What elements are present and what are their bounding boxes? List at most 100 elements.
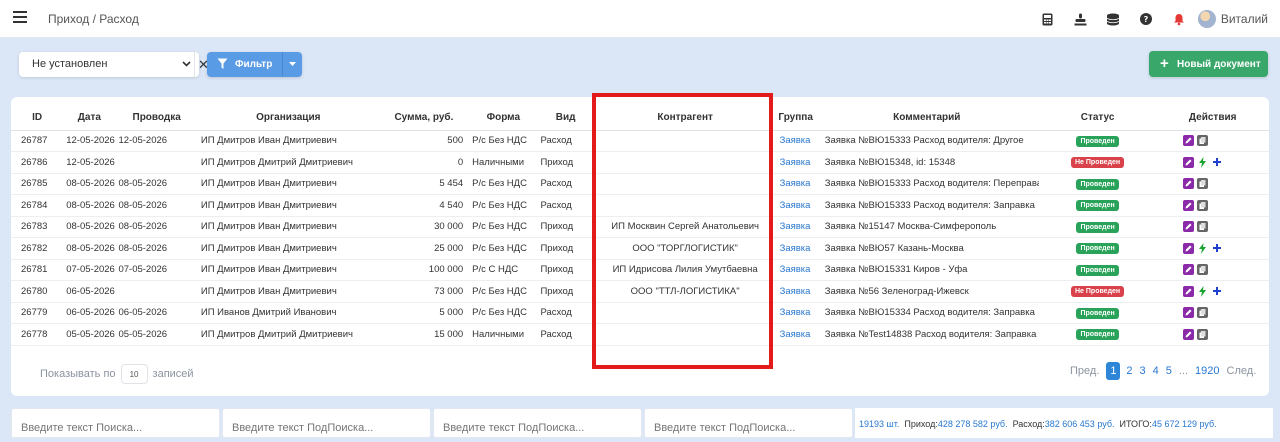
edit-icon[interactable] xyxy=(1183,221,1195,233)
stamp-icon[interactable] xyxy=(1064,7,1097,31)
group-link[interactable]: Заявка xyxy=(780,243,811,254)
edit-icon[interactable] xyxy=(1183,135,1195,147)
documents-card: ID Дата Проводка Организация Сумма, руб. Форм… xyxy=(11,97,1269,396)
prev-page-link[interactable]: Пред. xyxy=(1070,365,1099,377)
cell-organization: ИП Дмитров Иван Дмитриевич xyxy=(197,173,379,195)
cell-date: 07-05-2026 xyxy=(63,259,116,281)
filter-button[interactable]: Фильтр xyxy=(207,52,302,77)
column-header[interactable]: Организация xyxy=(197,106,379,131)
plus-icon[interactable] xyxy=(1211,285,1223,297)
group-link[interactable]: Заявка xyxy=(780,135,811,146)
table-row[interactable]: 26779 06-05-2026 06-05-2026 ИП Иванов Дмитр… xyxy=(11,302,1269,324)
edit-icon[interactable] xyxy=(1183,328,1195,340)
plus-icon[interactable] xyxy=(1211,242,1223,254)
edit-icon[interactable] xyxy=(1183,285,1195,297)
copy-icon[interactable] xyxy=(1197,307,1209,319)
edit-icon[interactable] xyxy=(1183,178,1195,190)
filter-button-label: Фильтр xyxy=(235,59,273,70)
table-row[interactable]: 26786 12-05-2026 ИП Дмитров Дмитрий Дмитри… xyxy=(11,151,1269,174)
table-row[interactable]: 26782 08-05-2026 08-05-2026 ИП Дмитров Иван… xyxy=(11,237,1269,260)
new-document-button[interactable]: + Новый документ xyxy=(1149,51,1268,77)
edit-icon[interactable] xyxy=(1183,242,1195,254)
table-row[interactable]: 26781 07-05-2026 07-05-2026 ИП Дмитров Иван… xyxy=(11,259,1269,281)
page-link[interactable]: 3 xyxy=(1140,365,1146,377)
page-size-select[interactable]: 10 xyxy=(120,364,148,384)
cell-group: Заявка xyxy=(776,194,815,217)
group-link[interactable]: Заявка xyxy=(780,329,811,340)
copy-icon[interactable] xyxy=(1197,328,1209,340)
cell-group: Заявка xyxy=(776,216,815,238)
edit-icon[interactable] xyxy=(1183,199,1195,211)
column-header[interactable]: Группа xyxy=(776,106,815,131)
group-link[interactable]: Заявка xyxy=(780,157,811,168)
cell-organization: ИП Дмитров Иван Дмитриевич xyxy=(197,194,379,217)
page-link[interactable]: 1 xyxy=(1106,362,1121,380)
avatar[interactable] xyxy=(1197,10,1216,28)
group-link[interactable]: Заявка xyxy=(780,178,811,189)
cell-contractor: ООО "ТТЛ-ЛОГИСТИКА" xyxy=(593,280,777,303)
copy-icon[interactable] xyxy=(1197,178,1209,190)
filter-dropdown-toggle[interactable] xyxy=(282,52,302,77)
lightning-icon[interactable] xyxy=(1197,285,1209,297)
table-row[interactable]: 26780 06-05-2026 ИП Дмитров Иван Дмитриеви… xyxy=(11,280,1269,303)
column-header[interactable]: Проводка xyxy=(115,106,198,131)
help-icon[interactable]: ? xyxy=(1130,7,1163,31)
svg-text:?: ? xyxy=(1144,15,1149,24)
copy-icon[interactable] xyxy=(1197,135,1209,147)
group-link[interactable]: Заявка xyxy=(780,221,811,232)
caret-down-icon xyxy=(289,62,296,66)
column-header[interactable]: Контрагент xyxy=(593,106,777,131)
coins-icon[interactable] xyxy=(1097,7,1130,31)
table-body: 26787 12-05-2026 12-05-2026 ИП Дмитров Иван… xyxy=(11,130,1269,346)
table-row[interactable]: 26787 12-05-2026 12-05-2026 ИП Дмитров Иван… xyxy=(11,130,1269,152)
next-page-link[interactable]: След. xyxy=(1227,365,1257,377)
lightning-icon[interactable] xyxy=(1197,156,1209,168)
total-count: 19193 шт. xyxy=(859,419,900,429)
page-link[interactable]: 2 xyxy=(1126,365,1132,377)
subsearch-input-1[interactable] xyxy=(222,408,431,438)
table-row[interactable]: 26785 08-05-2026 08-05-2026 ИП Дмитров Иван… xyxy=(11,173,1269,195)
records-label: записей xyxy=(152,368,194,380)
column-header[interactable]: ID xyxy=(11,106,64,131)
column-header[interactable]: Действия xyxy=(1156,106,1269,131)
column-header[interactable]: Дата xyxy=(63,106,116,131)
table-row[interactable]: 26783 08-05-2026 08-05-2026 ИП Дмитров Иван… xyxy=(11,216,1269,238)
user-name[interactable]: Виталий xyxy=(1221,12,1268,26)
lightning-icon[interactable] xyxy=(1197,242,1209,254)
edit-icon[interactable] xyxy=(1183,264,1195,276)
group-link[interactable]: Заявка xyxy=(780,307,811,318)
copy-icon[interactable] xyxy=(1197,264,1209,276)
column-header[interactable]: Вид xyxy=(537,106,594,131)
cell-status: Проведен xyxy=(1038,323,1157,346)
status-select[interactable]: Не установлен ✕ xyxy=(19,52,209,77)
edit-icon[interactable] xyxy=(1183,156,1195,168)
group-link[interactable]: Заявка xyxy=(780,286,811,297)
column-header[interactable]: Статус xyxy=(1038,106,1157,131)
cell-organization: ИП Дмитров Дмитрий Дмитриевич xyxy=(197,323,379,346)
table-row[interactable]: 26778 05-05-2026 05-05-2026 ИП Дмитров Дмит… xyxy=(11,323,1269,346)
status-badge: Не Проведен xyxy=(1071,157,1125,169)
plus-icon[interactable] xyxy=(1211,156,1223,168)
search-input[interactable] xyxy=(11,408,220,438)
calculator-icon[interactable] xyxy=(1031,7,1064,31)
subsearch-input-3[interactable] xyxy=(644,408,853,438)
group-link[interactable]: Заявка xyxy=(780,264,811,275)
cell-status: Проведен xyxy=(1038,216,1157,238)
group-link[interactable]: Заявка xyxy=(780,200,811,211)
bell-icon[interactable] xyxy=(1163,7,1196,31)
table-row[interactable]: 26784 08-05-2026 08-05-2026 ИП Дмитров Иван… xyxy=(11,194,1269,217)
page-link[interactable]: 4 xyxy=(1153,365,1159,377)
edit-icon[interactable] xyxy=(1183,307,1195,319)
page-link[interactable]: 5 xyxy=(1166,365,1172,377)
cell-actions xyxy=(1156,173,1269,195)
column-header[interactable]: Комментарий xyxy=(814,106,1039,131)
copy-icon[interactable] xyxy=(1197,199,1209,211)
status-badge: Не Проведен xyxy=(1071,286,1125,298)
cell-group: Заявка xyxy=(776,237,815,260)
page-link[interactable]: 1920 xyxy=(1195,365,1219,377)
column-header[interactable]: Форма xyxy=(469,106,538,131)
copy-icon[interactable] xyxy=(1197,221,1209,233)
subsearch-input-2[interactable] xyxy=(433,408,642,438)
column-header[interactable]: Сумма, руб. xyxy=(378,106,470,131)
hamburger-menu-icon[interactable] xyxy=(13,11,27,23)
